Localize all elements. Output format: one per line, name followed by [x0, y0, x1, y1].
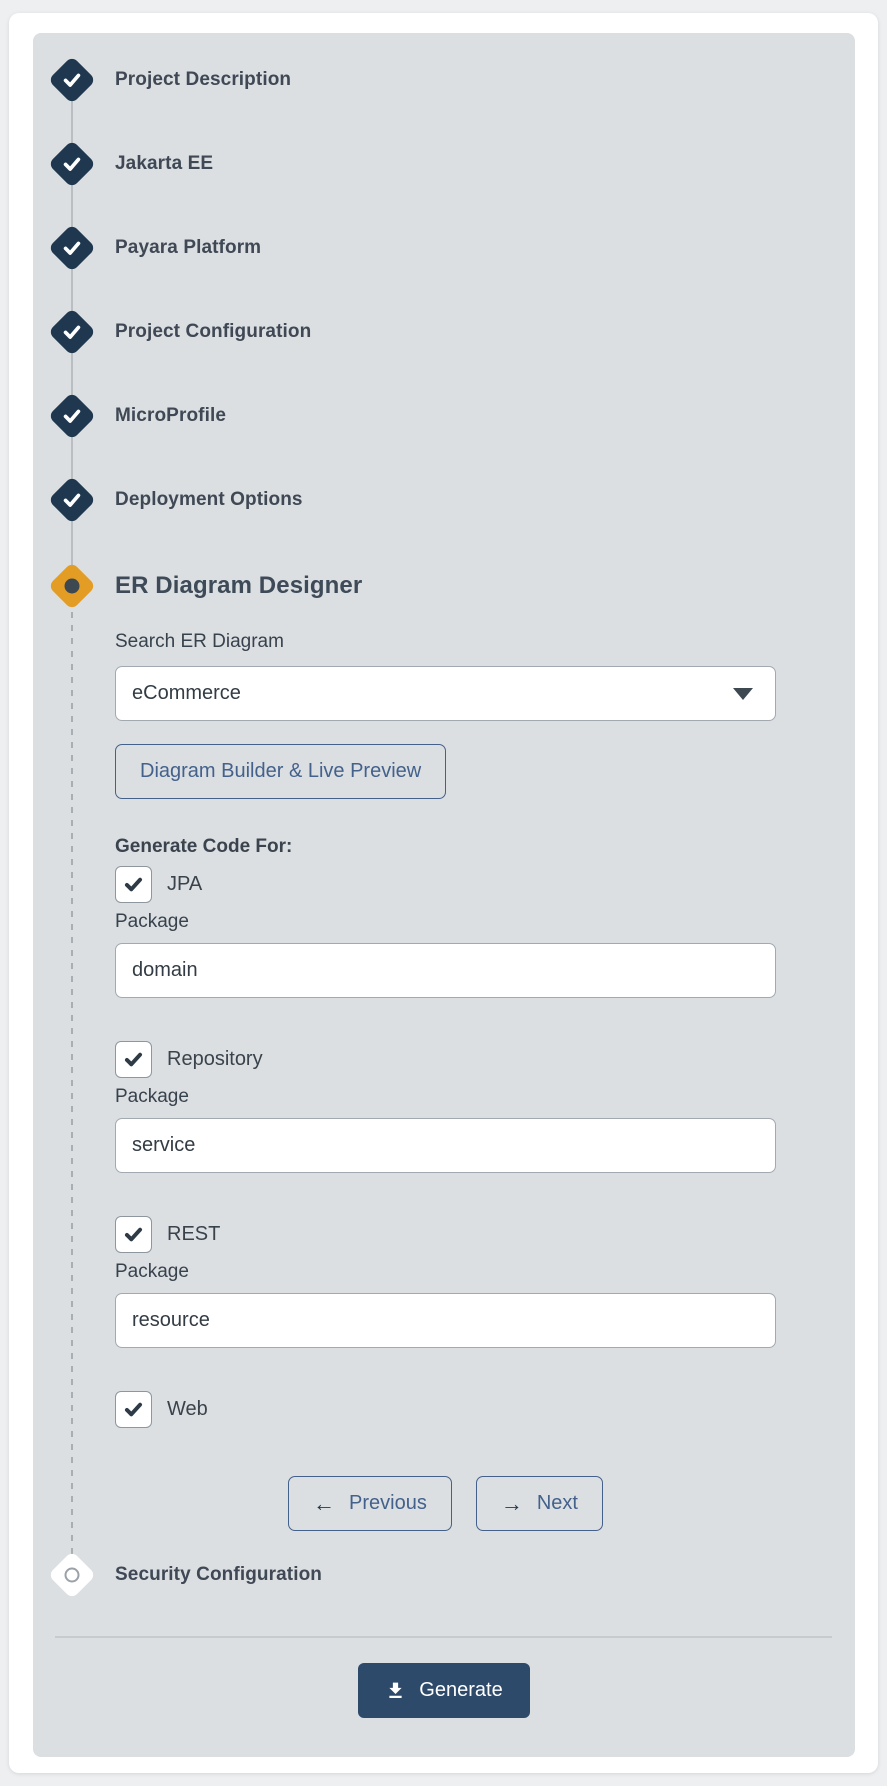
- rest-checkbox-label: REST: [167, 1223, 220, 1246]
- next-button[interactable]: → Next: [476, 1476, 603, 1531]
- check-icon: [61, 153, 83, 175]
- search-er-diagram-label: Search ER Diagram: [115, 631, 776, 654]
- check-icon: [61, 237, 83, 259]
- pending-ring-icon: [65, 1568, 80, 1583]
- step-pending-icon: [49, 1552, 95, 1598]
- stepper-panel: Project Description Jakarta EE Payara Pl…: [33, 33, 855, 1757]
- step-label: Payara Platform: [115, 237, 261, 259]
- checkmark-icon: [123, 874, 144, 895]
- rest-checkbox[interactable]: [115, 1216, 152, 1253]
- er-designer-form: Search ER Diagram eCommerce Diagram Buil…: [115, 631, 776, 1531]
- chevron-down-icon: [733, 688, 753, 700]
- check-icon: [61, 489, 83, 511]
- step-er-diagram-designer[interactable]: ER Diagram Designer: [49, 563, 362, 609]
- step-project-description[interactable]: Project Description: [49, 57, 291, 103]
- step-active-icon: [49, 563, 95, 609]
- repository-checkbox-label: Repository: [167, 1048, 263, 1071]
- jpa-checkbox-label: JPA: [167, 873, 202, 896]
- next-button-label: Next: [537, 1492, 578, 1515]
- step-completed-icon: [49, 225, 95, 271]
- er-diagram-select-value: eCommerce: [132, 682, 241, 705]
- er-diagram-select[interactable]: eCommerce: [115, 666, 776, 721]
- generate-button-label: Generate: [419, 1679, 502, 1702]
- repository-package-label: Package: [115, 1086, 776, 1109]
- step-completed-icon: [49, 141, 95, 187]
- step-completed-icon: [49, 393, 95, 439]
- step-label: Project Description: [115, 69, 291, 91]
- step-project-configuration[interactable]: Project Configuration: [49, 309, 311, 355]
- download-icon: [385, 1680, 406, 1701]
- arrow-left-icon: ←: [313, 1493, 335, 1515]
- jpa-option-row: JPA: [115, 865, 776, 903]
- step-label: Jakarta EE: [115, 153, 213, 175]
- checkmark-icon: [123, 1399, 144, 1420]
- arrow-right-icon: →: [501, 1493, 523, 1515]
- check-icon: [61, 69, 83, 91]
- wizard-card: Project Description Jakarta EE Payara Pl…: [9, 13, 878, 1773]
- check-icon: [61, 405, 83, 427]
- repository-option-row: Repository: [115, 1040, 776, 1078]
- stepper-connector-dashed: [71, 586, 73, 1575]
- jpa-package-label: Package: [115, 911, 776, 934]
- rest-package-input[interactable]: [115, 1293, 776, 1348]
- footer: Generate: [33, 1663, 855, 1718]
- diagram-builder-button[interactable]: Diagram Builder & Live Preview: [115, 744, 446, 799]
- generate-code-for-label: Generate Code For:: [115, 836, 776, 859]
- rest-package-label: Package: [115, 1261, 776, 1284]
- jpa-checkbox[interactable]: [115, 866, 152, 903]
- web-option-row: Web: [115, 1390, 776, 1428]
- web-checkbox-label: Web: [167, 1398, 208, 1421]
- check-icon: [61, 321, 83, 343]
- step-deployment-options[interactable]: Deployment Options: [49, 477, 303, 523]
- step-completed-icon: [49, 57, 95, 103]
- step-completed-icon: [49, 309, 95, 355]
- previous-button-label: Previous: [349, 1492, 427, 1515]
- active-dot-icon: [65, 579, 80, 594]
- checkmark-icon: [123, 1224, 144, 1245]
- step-payara-platform[interactable]: Payara Platform: [49, 225, 261, 271]
- step-label: MicroProfile: [115, 405, 226, 427]
- section-title: ER Diagram Designer: [115, 572, 362, 600]
- step-label: Project Configuration: [115, 321, 311, 343]
- step-completed-icon: [49, 477, 95, 523]
- repository-checkbox[interactable]: [115, 1041, 152, 1078]
- wizard-nav-buttons: ← Previous → Next: [115, 1476, 776, 1531]
- step-microprofile[interactable]: MicroProfile: [49, 393, 226, 439]
- step-jakarta-ee[interactable]: Jakarta EE: [49, 141, 213, 187]
- previous-button[interactable]: ← Previous: [288, 1476, 452, 1531]
- step-label: Deployment Options: [115, 489, 303, 511]
- step-label: Security Configuration: [115, 1564, 322, 1586]
- generate-button[interactable]: Generate: [358, 1663, 529, 1718]
- web-checkbox[interactable]: [115, 1391, 152, 1428]
- step-security-configuration[interactable]: Security Configuration: [49, 1552, 322, 1598]
- checkmark-icon: [123, 1049, 144, 1070]
- jpa-package-input[interactable]: [115, 943, 776, 998]
- repository-package-input[interactable]: [115, 1118, 776, 1173]
- footer-divider: [55, 1636, 832, 1638]
- rest-option-row: REST: [115, 1215, 776, 1253]
